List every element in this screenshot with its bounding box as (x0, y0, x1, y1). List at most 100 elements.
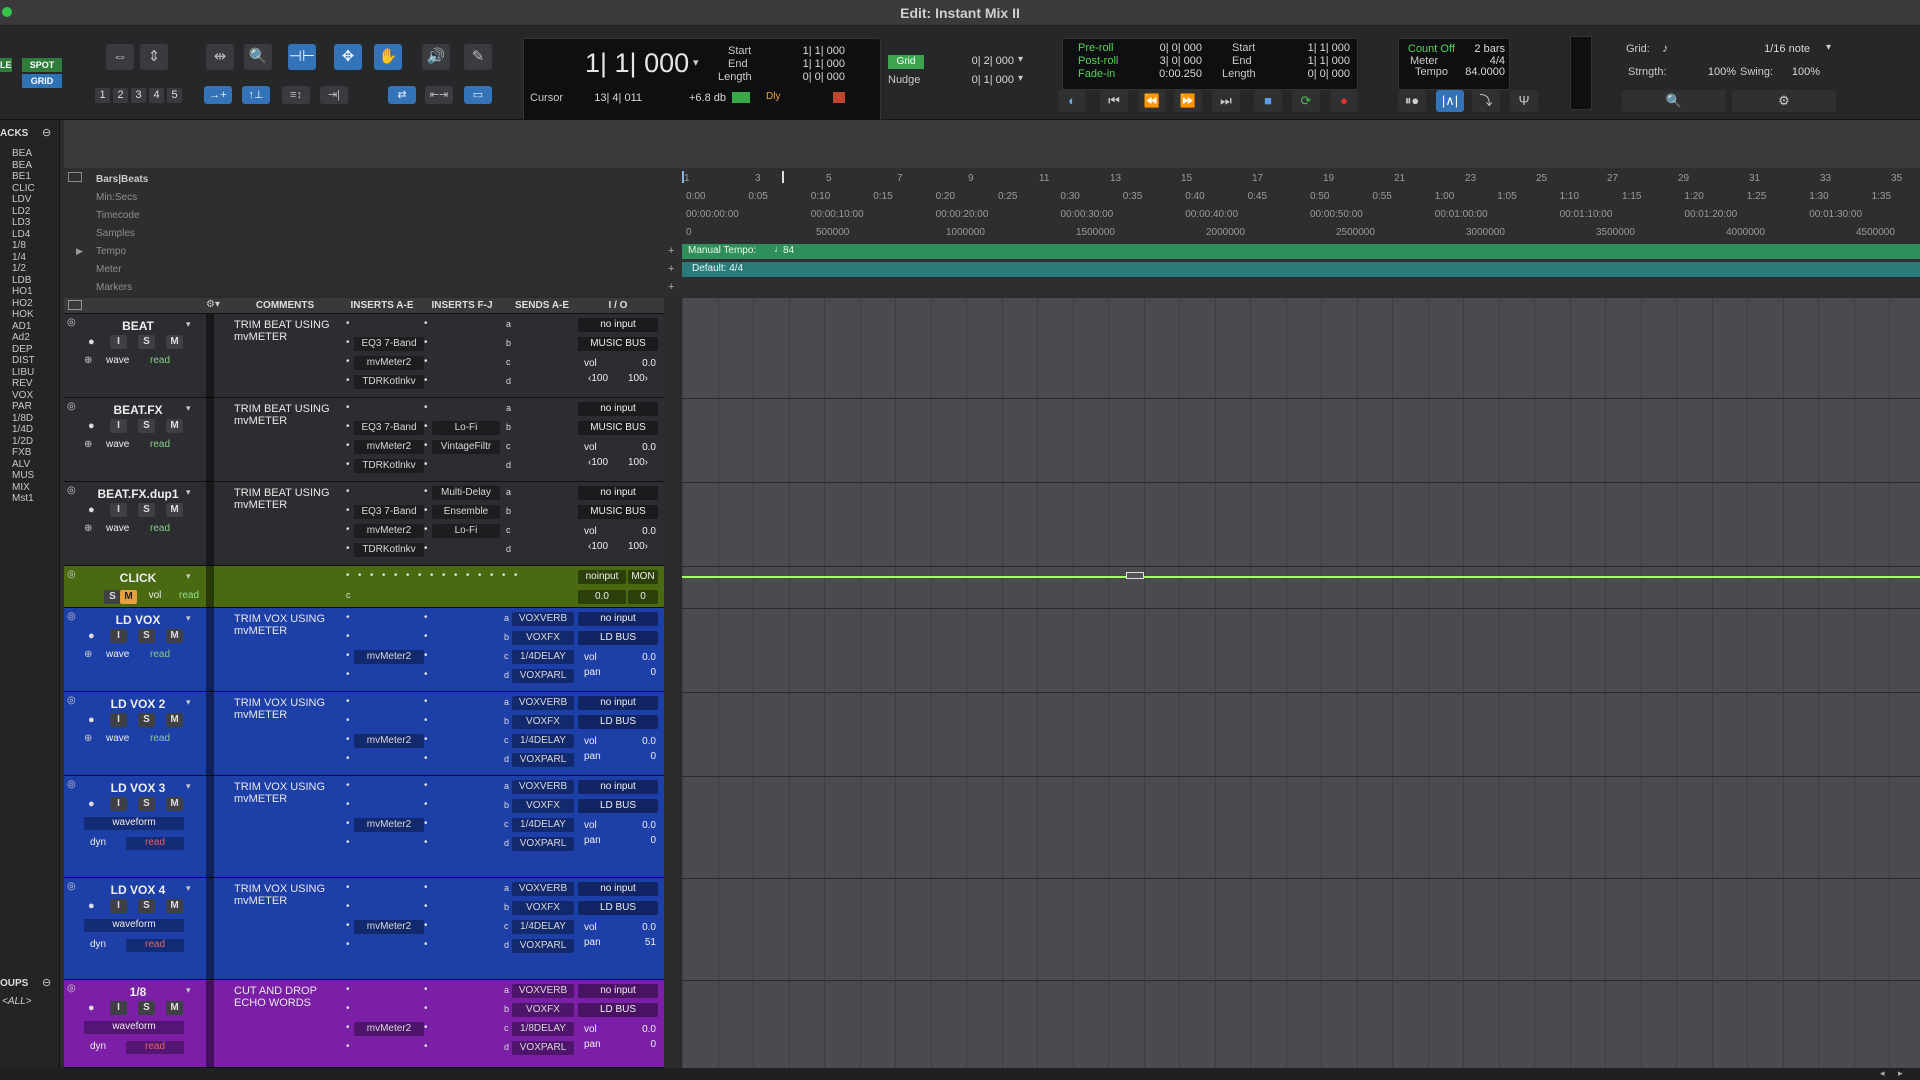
input-monitor-button[interactable]: I (110, 629, 127, 643)
insert-slot-dot[interactable]: • (394, 570, 398, 581)
mode-grid[interactable]: GRID (22, 74, 62, 88)
insert-fj-slot[interactable]: Ensemble (432, 505, 500, 519)
volume-value[interactable]: 0.0 (624, 1024, 656, 1035)
insert-ae-dot[interactable]: • (346, 524, 350, 535)
scrubber-tool-icon[interactable]: 🔊 (422, 44, 450, 70)
solo-button[interactable]: S (138, 797, 155, 811)
add-tempo-icon[interactable]: + (668, 245, 674, 257)
preroll-label[interactable]: Pre-roll (1078, 42, 1113, 54)
automation-mode[interactable]: read (146, 523, 174, 534)
tracklist-item-7[interactable]: LD4 (12, 229, 30, 240)
track-expand-icon[interactable]: ◎ (67, 485, 76, 496)
tracklist-item-30[interactable]: Mst1 (12, 493, 34, 504)
groups-all[interactable]: <ALL> (2, 996, 31, 1007)
sel-start-value[interactable]: 1| 1| 000 (780, 45, 845, 57)
ruler-label-minsecs[interactable]: Min:Secs (96, 192, 137, 203)
insert-ae-dot[interactable]: • (346, 459, 350, 470)
automation-mode[interactable]: read (126, 939, 184, 952)
output-selector[interactable]: MUSIC BUS (578, 505, 658, 519)
mute-button[interactable]: M (166, 335, 183, 349)
automation-mode[interactable]: read (146, 355, 174, 366)
pan-right-value[interactable]: 100› (620, 457, 656, 468)
zoomer-tool-icon[interactable]: 🔍 (244, 44, 272, 70)
track-number-3[interactable]: 3 (131, 88, 146, 103)
insert-ae-dot[interactable]: • (346, 337, 350, 348)
elastic-icon[interactable]: ⊕ (84, 733, 92, 744)
track-name-dropdown-icon[interactable]: ▾ (186, 571, 191, 582)
solo-button[interactable]: S (138, 419, 155, 433)
send-slot[interactable]: VOXPARL (512, 837, 574, 851)
sel2-start-value[interactable]: 1| 1| 000 (1284, 42, 1350, 54)
send-slot[interactable]: VOXFX (512, 715, 574, 729)
monitor-button[interactable]: MON (628, 570, 658, 584)
record-enable-icon[interactable]: ● (88, 630, 95, 642)
insert-fj-dot[interactable]: • (424, 650, 428, 661)
record-enable-icon[interactable]: ● (88, 336, 95, 348)
pan-right-value[interactable]: 100› (620, 373, 656, 384)
scroll-left-icon[interactable]: ◂ (1880, 1068, 1885, 1079)
pan-value[interactable]: 0 (624, 667, 656, 678)
pan-left-value[interactable]: ‹100 (580, 457, 616, 468)
insert-fj-dot[interactable]: • (424, 920, 428, 931)
tracklist-item-4[interactable]: LDV (12, 194, 31, 205)
solo-button[interactable]: S (138, 1001, 155, 1015)
meter-strip[interactable]: Default: 4/4 (682, 262, 1920, 277)
insert-ae-slot[interactable]: EQ3 7-Band (354, 505, 424, 519)
ruler-label-bars[interactable]: Bars|Beats (96, 174, 148, 185)
grid-dropdown-icon[interactable]: ▾ (1018, 54, 1023, 65)
pan-left-value[interactable]: ‹100 (580, 373, 616, 384)
input-selector[interactable]: no input (578, 402, 658, 416)
record-icon[interactable]: ● (1330, 90, 1358, 112)
ruler-label-samples[interactable]: Samples (96, 228, 135, 239)
input-selector[interactable]: no input (578, 486, 658, 500)
insert-fj-dot[interactable]: • (424, 612, 428, 623)
send-slot[interactable]: b (506, 338, 511, 348)
insert-slot-dot[interactable]: • (418, 570, 422, 581)
mode-le[interactable]: LE (0, 58, 12, 72)
dyn-label[interactable]: dyn (90, 837, 106, 848)
send-slot[interactable]: VOXPARL (512, 1041, 574, 1055)
tracklist-item-22[interactable]: PAR (12, 401, 32, 412)
fast-forward-icon[interactable]: ⏩ (1174, 90, 1202, 112)
record-enable-icon[interactable]: ● (88, 504, 95, 516)
track-6[interactable]: ◎ LD VOX 3 ▾ ● I S Mwaveform dyn read TRIM VOX US… (64, 776, 664, 878)
column-options-icon[interactable]: ⚙▾ (206, 299, 220, 310)
main-counter[interactable]: 1| 1| 000 (585, 48, 689, 79)
elastic-icon[interactable]: ⊕ (84, 523, 92, 534)
tempo-value[interactable]: 84.0000 (1455, 66, 1505, 78)
track-name-dropdown-icon[interactable]: ▾ (186, 613, 191, 624)
nudge-value[interactable]: 0| 1| 000 (950, 74, 1014, 86)
solo-button[interactable]: S (138, 899, 155, 913)
insert-ae-slot[interactable]: mvMeter2 (354, 524, 424, 538)
pan-value[interactable]: 0 (624, 835, 656, 846)
insert-slot-dot[interactable]: • (382, 570, 386, 581)
insert-ae-dot[interactable]: • (346, 421, 350, 432)
insert-fj-dot[interactable]: • (424, 939, 428, 950)
view-selector[interactable]: waveform (84, 817, 184, 830)
col-comments[interactable]: COMMENTS (230, 300, 340, 311)
record-enable-icon[interactable]: ● (88, 798, 95, 810)
track-comment[interactable]: TRIM BEAT USING mvMETER (234, 319, 342, 343)
tracklist-item-1[interactable]: BEA (12, 160, 32, 171)
insert-fj-dot[interactable]: • (424, 524, 428, 535)
automation-mode[interactable]: read (126, 837, 184, 850)
tracklist-item-13[interactable]: HO2 (12, 298, 33, 309)
track-expand-icon[interactable]: ◎ (67, 779, 76, 790)
volume-value[interactable]: 0.0 (624, 922, 656, 933)
track-name[interactable]: 1/8 (78, 985, 198, 999)
tracklist-item-16[interactable]: Ad2 (12, 332, 30, 343)
dyn-label[interactable]: dyn (90, 939, 106, 950)
add-meter-icon[interactable]: + (668, 263, 674, 275)
input-monitor-button[interactable]: I (110, 899, 127, 913)
send-slot[interactable]: a (506, 319, 511, 329)
elastic-icon[interactable]: ⊕ (84, 439, 92, 450)
insert-ae-dot[interactable]: • (346, 939, 350, 950)
insert-slot-dot[interactable]: • (346, 570, 350, 581)
mirror-midi-icon[interactable]: ⇄ (388, 86, 416, 104)
automation-mode[interactable]: read (146, 439, 174, 450)
track-expand-icon[interactable]: ◎ (67, 611, 76, 622)
send-slot[interactable]: 1/4DELAY (512, 818, 574, 832)
zoom-horizontal-icon[interactable]: ⇔ (106, 44, 134, 70)
bottom-scrollbar[interactable]: ◂ ▸ (0, 1068, 1920, 1080)
insert-ae-dot[interactable]: • (346, 543, 350, 554)
